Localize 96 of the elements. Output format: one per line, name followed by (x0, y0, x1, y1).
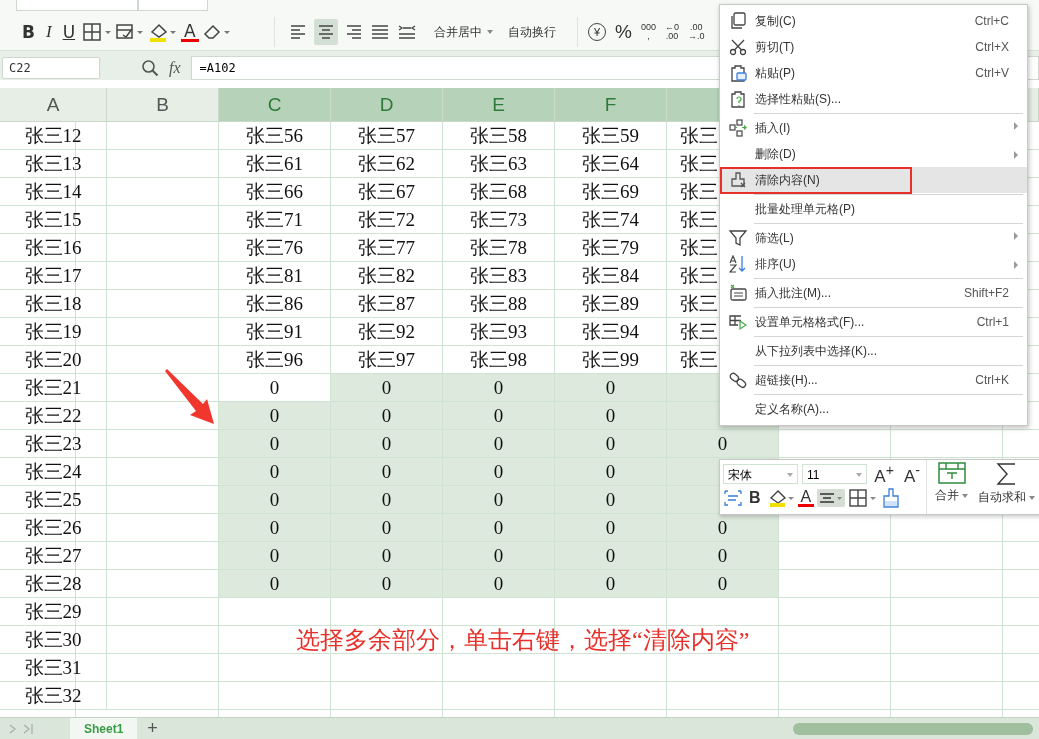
table-cell: 张三25 (0, 486, 107, 514)
shortcut-text: Ctrl+K (975, 373, 1009, 387)
table-cell: 张三13 (0, 150, 107, 178)
table-cell: 张三61 (219, 150, 331, 178)
table-cell: 张三86 (219, 290, 331, 318)
table-cell: 张三84 (555, 262, 667, 290)
table-cell: 张三71 (219, 206, 331, 234)
table-cell: 张三32 (0, 682, 107, 710)
table-cell: 0 (219, 514, 331, 542)
table-cell: 0 (555, 458, 667, 486)
table-cell: 0 (219, 486, 331, 514)
table-cell: 0 (331, 514, 443, 542)
table-cell: 张三94 (555, 318, 667, 346)
table-cell: 张三67 (331, 178, 443, 206)
table-cell: 0 (443, 374, 555, 402)
table-cell: 0 (443, 542, 555, 570)
table-cell: 张三22 (0, 402, 107, 430)
table-cell: 张三62 (331, 150, 443, 178)
table-cell: 张三76 (219, 234, 331, 262)
table-cell: 0 (219, 458, 331, 486)
table-cell: 0 (443, 486, 555, 514)
table-cell: 0 (555, 570, 667, 598)
table-cell: 张三30 (0, 626, 107, 654)
table-cell: 张三56 (219, 122, 331, 150)
table-cell: 张三83 (443, 262, 555, 290)
table-cell: 张三66 (219, 178, 331, 206)
shortcut-text: Ctrl+V (975, 66, 1009, 80)
table-cell: 张三17 (0, 262, 107, 290)
table-cell: 0 (331, 542, 443, 570)
table-cell: 张三77 (331, 234, 443, 262)
table-cell: 张三79 (555, 234, 667, 262)
shortcut-text: Ctrl+C (974, 14, 1009, 28)
table-cell: 0 (219, 570, 331, 598)
table-cell: 张三73 (443, 206, 555, 234)
table-cell: 张三18 (0, 290, 107, 318)
table-cell: 0 (443, 514, 555, 542)
table-cell: 张三69 (555, 178, 667, 206)
table-cell: 0 (219, 430, 331, 458)
table-cell: 0 (667, 430, 779, 458)
table-cell: 0 (331, 402, 443, 430)
table-cell: 0 (555, 402, 667, 430)
table-cell: 0 (555, 486, 667, 514)
table-cell: 0 (443, 458, 555, 486)
table-cell: 张三89 (555, 290, 667, 318)
table-cell: 张三29 (0, 598, 107, 626)
table-cell: 0 (331, 430, 443, 458)
table-cell: 张三96 (219, 346, 331, 374)
annotation-text: 选择多余部分，单击右键，选择“清除内容” (296, 628, 750, 653)
table-cell: 张三21 (0, 374, 107, 402)
table-cell: 张三14 (0, 178, 107, 206)
table-cell: 张三23 (0, 430, 107, 458)
table-cell: 张三87 (331, 290, 443, 318)
table-cell: 张三57 (331, 122, 443, 150)
table-cell: 张三64 (555, 150, 667, 178)
table-cell: 张三27 (0, 542, 107, 570)
table-cell: 0 (219, 542, 331, 570)
table-cell: 张三93 (443, 318, 555, 346)
table-cell: 0 (555, 374, 667, 402)
table-cell: 0 (331, 374, 443, 402)
shortcut-text: Ctrl+X (975, 40, 1009, 54)
table-cell: 0 (443, 430, 555, 458)
table-cell: 0 (555, 542, 667, 570)
table-cell: 张三15 (0, 206, 107, 234)
shortcut-text: Shift+F2 (963, 286, 1009, 300)
table-cell: 张三24 (0, 458, 107, 486)
shortcut-text: Ctrl+1 (976, 315, 1009, 329)
table-cell: 张三31 (0, 654, 107, 682)
table-cell: 0 (555, 514, 667, 542)
table-cell: 张三26 (0, 514, 107, 542)
table-cell: 0 (331, 458, 443, 486)
table-cell: 张三74 (555, 206, 667, 234)
table-cell: 0 (667, 514, 779, 542)
table-cell: 张三92 (331, 318, 443, 346)
table-cell: 0 (331, 570, 443, 598)
table-cell: 张三59 (555, 122, 667, 150)
table-cell: 0 (331, 486, 443, 514)
table-cell: 张三82 (331, 262, 443, 290)
table-cell: 张三68 (443, 178, 555, 206)
table-cell: 0 (555, 430, 667, 458)
table-cell: 张三91 (219, 318, 331, 346)
table-cell: 0 (667, 542, 779, 570)
table-cell: 张三88 (443, 290, 555, 318)
table-cell: 0 (219, 402, 331, 430)
table-cell: 张三12 (0, 122, 107, 150)
table-cell: 0 (443, 570, 555, 598)
table-cell: 张三16 (0, 234, 107, 262)
table-cell: 张三20 (0, 346, 107, 374)
table-cell: 0 (667, 570, 779, 598)
table-cell: 张三63 (443, 150, 555, 178)
table-cell: 张三19 (0, 318, 107, 346)
table-cell: 0 (443, 402, 555, 430)
table-cell: 张三81 (219, 262, 331, 290)
table-cell: 张三78 (443, 234, 555, 262)
table-cell: 张三72 (331, 206, 443, 234)
table-cell: 张三58 (443, 122, 555, 150)
table-cell: 张三28 (0, 570, 107, 598)
